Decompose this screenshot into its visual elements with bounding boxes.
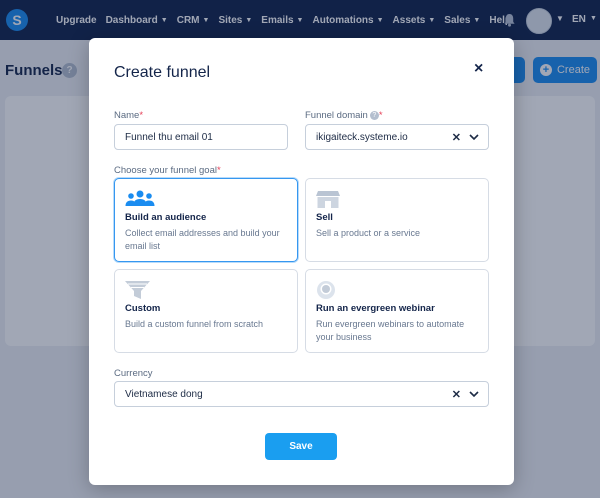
goal-title: Run an evergreen webinar [316, 303, 435, 314]
save-button[interactable]: Save [265, 433, 337, 460]
goal-title: Sell [316, 212, 333, 223]
currency-label: Currency [114, 368, 153, 379]
close-icon[interactable]: × [474, 60, 483, 78]
goal-card-sell[interactable]: Sell Sell a product or a service [305, 178, 489, 262]
store-icon [316, 191, 340, 208]
info-icon[interactable]: ? [369, 111, 379, 120]
webinar-icon [317, 281, 335, 299]
name-label: Name* [114, 110, 144, 121]
name-input-value: Funnel thu email 01 [125, 131, 213, 143]
goal-title: Custom [125, 303, 161, 314]
chevron-down-icon[interactable] [469, 390, 479, 398]
chevron-down-icon[interactable] [469, 133, 479, 141]
goal-card-webinar[interactable]: Run an evergreen webinar Run evergreen w… [305, 269, 489, 353]
clear-icon[interactable]: ✕ [452, 131, 461, 144]
name-input[interactable]: Funnel thu email 01 [114, 124, 288, 150]
goal-title: Build an audience [125, 212, 207, 223]
audience-icon [125, 190, 155, 206]
goal-description: Run evergreen webinars to automate your … [316, 319, 465, 342]
goal-card-build-audience[interactable]: Build an audience Collect email addresse… [114, 178, 298, 262]
goal-description: Collect email addresses and build your e… [125, 228, 280, 251]
create-funnel-modal: Create funnel × Name* Funnel thu email 0… [89, 38, 514, 485]
funnel-icon [125, 281, 150, 299]
goal-description: Build a custom funnel from scratch [125, 319, 264, 329]
goal-card-custom[interactable]: Custom Build a custom funnel from scratc… [114, 269, 298, 353]
goal-description: Sell a product or a service [316, 228, 421, 238]
funnel-domain-select[interactable]: ikigaiteck.systeme.io ✕ [305, 124, 489, 150]
clear-icon[interactable]: ✕ [452, 388, 461, 401]
funnel-domain-label: Funnel domain? * [305, 110, 383, 121]
funnel-goal-label: Choose your funnel goal* [114, 165, 221, 176]
currency-select[interactable]: Vietnamese dong ✕ [114, 381, 489, 407]
modal-title: Create funnel [114, 64, 211, 81]
funnel-domain-value: ikigaiteck.systeme.io [316, 131, 408, 143]
currency-value: Vietnamese dong [125, 388, 203, 400]
